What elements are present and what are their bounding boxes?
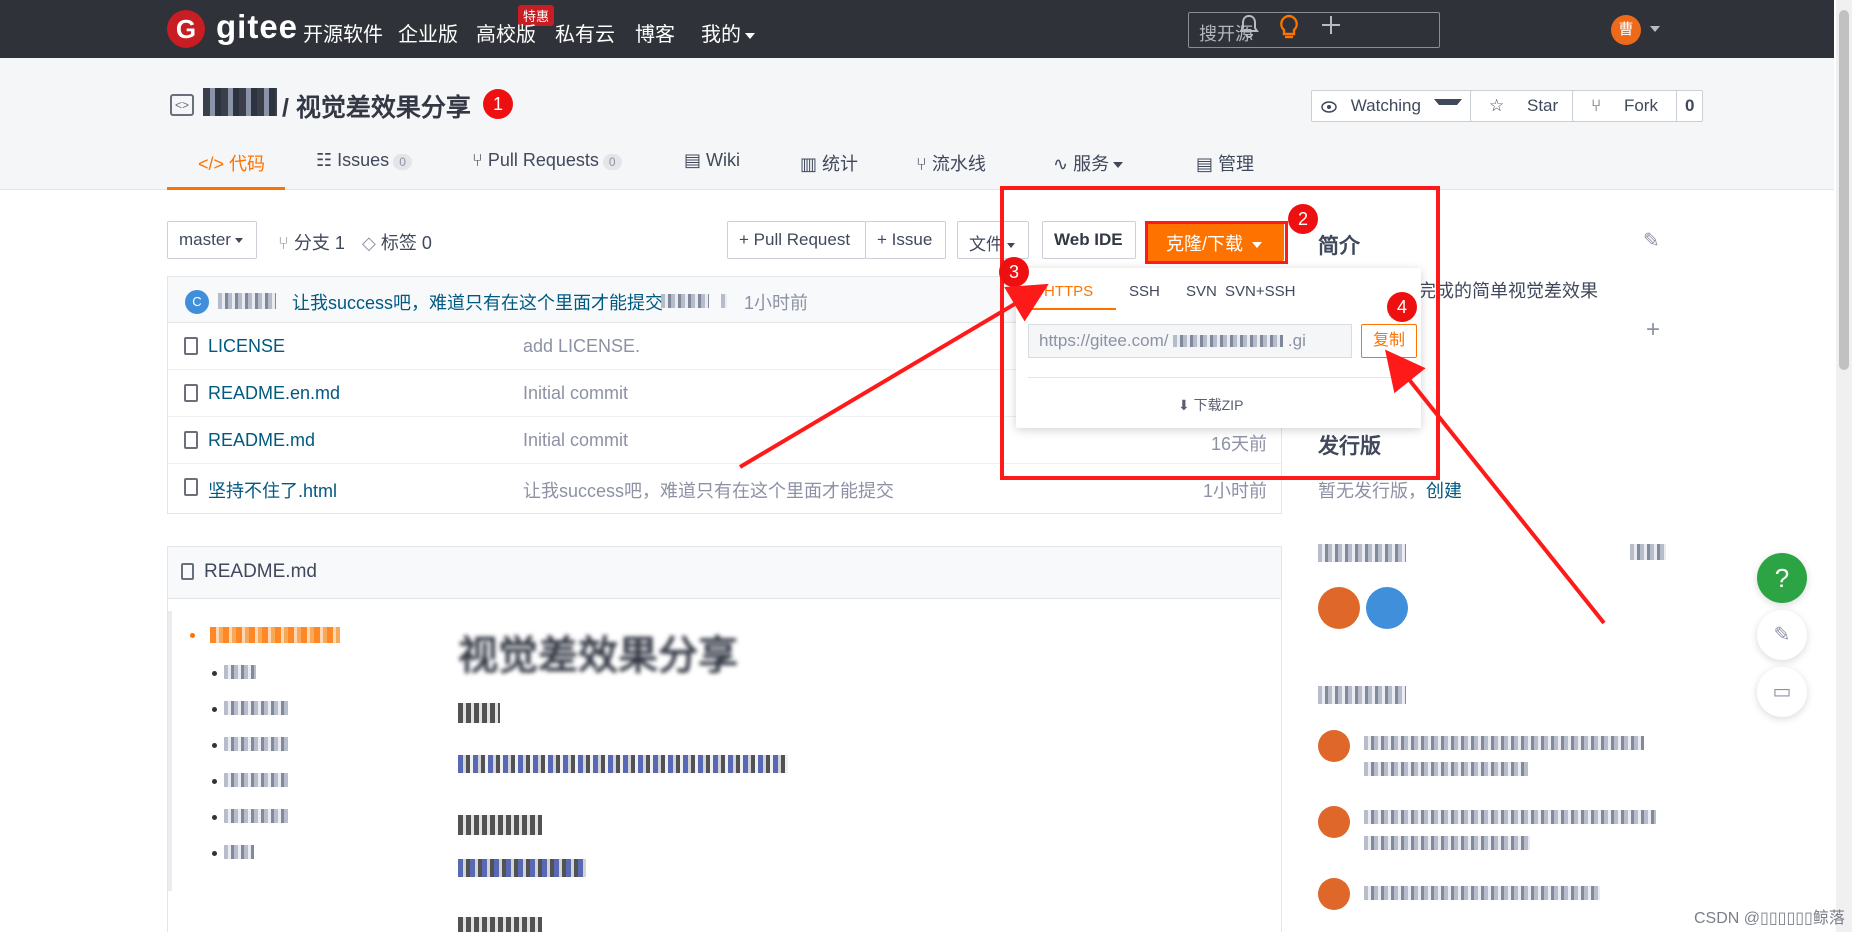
help-button[interactable]: ? [1757,553,1807,603]
arrow-to-copy-button [1384,349,1606,625]
chat-button[interactable]: ▭ [1757,667,1807,717]
csdn-watermark: CSDN @▯▯▯▯▯▯鲸落 [1694,910,1845,927]
feedback-edit-button[interactable]: ✎ [1757,610,1807,660]
chat-icon: ▭ [1772,681,1792,703]
edit-icon: ✎ [1773,624,1791,646]
scrollbar-thumb[interactable] [1839,10,1849,370]
arrow-to-https-tab [738,283,1049,469]
annotation-arrows [738,283,1606,625]
